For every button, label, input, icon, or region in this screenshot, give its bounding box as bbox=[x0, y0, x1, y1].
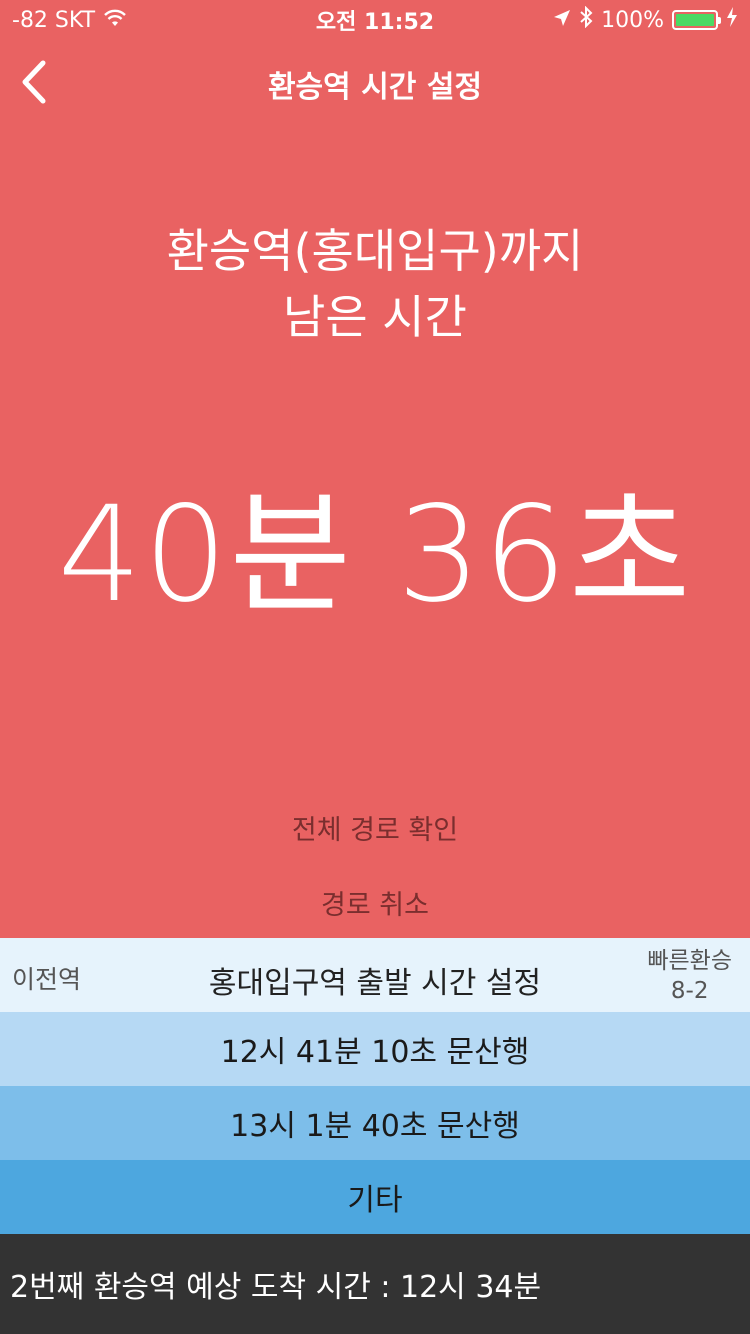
fast-transfer-value: 8-2 bbox=[670, 978, 709, 1004]
nav-title: 환승역 시간 설정 bbox=[267, 70, 483, 105]
departure-panel-title: 홍대입구역 출발 시간 설정 bbox=[208, 966, 542, 1001]
departure-option-2[interactable]: 13시 1분 40초 문산행 bbox=[0, 1086, 750, 1160]
route-cancel-button[interactable]: 경로 취소 bbox=[0, 883, 750, 922]
battery-icon bbox=[672, 10, 721, 30]
arrival-estimate-footer: 2번째 환승역 예상 도착 시간 : 12시 34분 bbox=[0, 1234, 750, 1334]
status-left: -82 SKT bbox=[12, 8, 127, 33]
status-right: 100% bbox=[553, 5, 738, 34]
bluetooth-icon bbox=[579, 5, 593, 34]
headline-line1: 환승역(홍대입구)까지 bbox=[166, 224, 584, 278]
chevron-left-icon bbox=[19, 60, 49, 108]
status-bar: -82 SKT 오전 11:52 100% bbox=[0, 0, 750, 40]
battery-fill bbox=[676, 14, 714, 26]
departure-option-other[interactable]: 기타 bbox=[0, 1160, 750, 1234]
back-button[interactable] bbox=[14, 60, 54, 108]
fast-transfer-info: 빠른환승 8-2 bbox=[647, 946, 732, 1006]
wifi-icon bbox=[103, 8, 127, 33]
nav-bar: 환승역 시간 설정 bbox=[0, 40, 750, 128]
route-check-button[interactable]: 전체 경로 확인 bbox=[0, 808, 750, 847]
headline-line2: 남은 시간 bbox=[283, 290, 467, 344]
countdown-timer: 40분 36초 bbox=[57, 478, 693, 632]
charging-icon bbox=[726, 7, 738, 33]
location-arrow-icon bbox=[553, 8, 571, 33]
departure-option-1[interactable]: 12시 41분 10초 문산행 bbox=[0, 1012, 750, 1086]
screen: -82 SKT 오전 11:52 100% 환승역 시간 설정 환승역(홍대입구… bbox=[0, 0, 750, 1334]
battery-percent: 100% bbox=[601, 7, 664, 33]
departure-panel-header: 이전역 홍대입구역 출발 시간 설정 빠른환승 8-2 bbox=[0, 938, 750, 1012]
fast-transfer-label: 빠른환승 bbox=[647, 948, 732, 974]
signal-text: -82 SKT bbox=[12, 7, 96, 33]
headline: 환승역(홍대입구)까지 남은 시간 bbox=[0, 218, 750, 350]
